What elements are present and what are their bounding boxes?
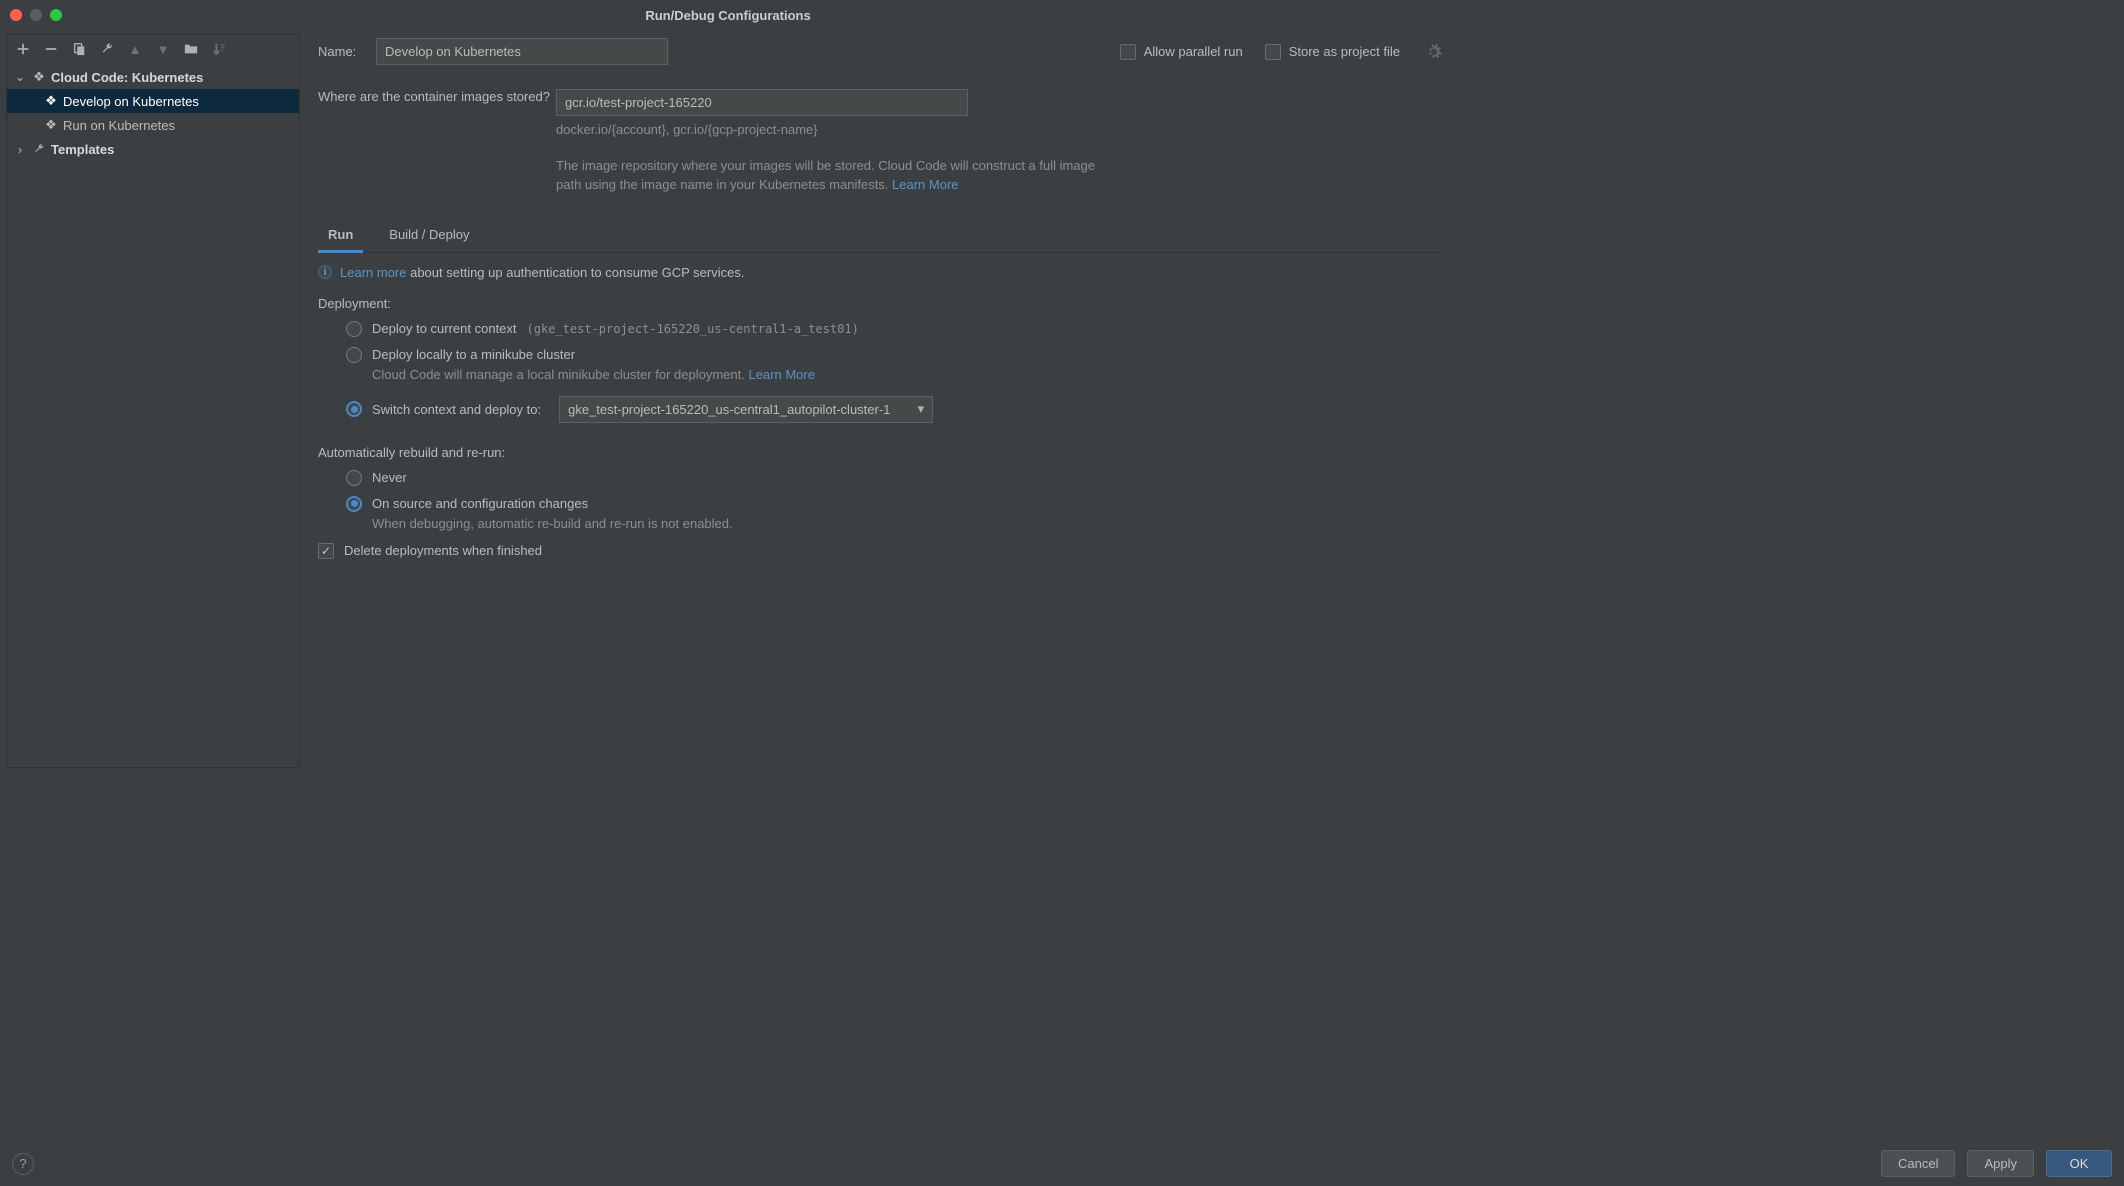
learn-more-auth-link[interactable]: Learn more [340,265,406,280]
name-label: Name: [318,44,376,59]
chevron-down-icon: ⌄ [13,69,27,85]
rebuild-heading: Automatically rebuild and re-run: [318,445,1442,460]
ok-button[interactable]: OK [2046,1150,2112,1177]
wrench-icon[interactable] [99,41,115,57]
gear-icon[interactable] [1426,44,1442,60]
config-tree: ⌄ ❖ Cloud Code: Kubernetes ❖ Develop on … [7,63,299,767]
window-controls [0,9,62,21]
image-help: The image repository where your images w… [556,157,1116,195]
tree-label: Templates [51,142,114,157]
tree-node-run[interactable]: ❖ Run on Kubernetes [7,113,299,137]
dialog-footer: ? Cancel Apply OK [0,1141,2124,1186]
learn-more-minikube-link[interactable]: Learn More [748,367,814,382]
maximize-window-button[interactable] [50,9,62,21]
delete-deployments-checkbox[interactable] [318,543,334,559]
radio-label: Never [372,470,407,485]
radio-label: Deploy locally to a minikube cluster [372,347,575,362]
tree-label: Cloud Code: Kubernetes [51,70,203,85]
checkbox-label: Allow parallel run [1144,44,1243,59]
move-up-icon[interactable]: ▲ [127,41,143,57]
image-registry-input[interactable] [556,89,968,116]
radio-deploy-switch[interactable] [346,401,362,417]
name-input[interactable] [376,38,668,65]
minikube-help: Cloud Code will manage a local minikube … [372,367,872,382]
deployment-heading: Deployment: [318,296,1442,311]
checkbox-label: Delete deployments when finished [344,543,542,558]
image-question-label: Where are the container images stored? [318,89,556,104]
folder-icon[interactable] [183,41,199,57]
auth-help-text: about setting up authentication to consu… [406,265,744,280]
close-window-button[interactable] [10,9,22,21]
wrench-icon [31,143,47,155]
config-form: Name: Allow parallel run Store as projec… [318,34,1450,768]
sidebar-toolbar: ▲ ▼ [7,35,299,63]
help-button[interactable]: ? [12,1153,34,1175]
radio-rebuild-never[interactable] [346,470,362,486]
tree-node-develop[interactable]: ❖ Develop on Kubernetes [7,89,299,113]
kubernetes-icon: ❖ [43,93,59,109]
copy-icon[interactable] [71,41,87,57]
cancel-button[interactable]: Cancel [1881,1150,1955,1177]
context-select[interactable]: gke_test-project-165220_us-central1_auto… [559,396,933,423]
sort-icon[interactable] [211,41,227,57]
chevron-down-icon: ▾ [918,401,925,417]
minimize-window-button[interactable] [30,9,42,21]
learn-more-link[interactable]: Learn More [892,177,958,192]
store-as-project-checkbox[interactable]: Store as project file [1265,44,1400,60]
window-title: Run/Debug Configurations [0,8,1456,23]
auth-info-row: i Learn more about setting up authentica… [318,265,1442,280]
radio-rebuild-on-change[interactable] [346,496,362,512]
kubernetes-icon: ❖ [31,69,47,85]
settings-tabs: Run Build / Deploy [318,219,1442,253]
radio-label: Switch context and deploy to: [372,402,541,417]
remove-icon[interactable] [43,41,59,57]
apply-button[interactable]: Apply [1967,1150,2034,1177]
image-hint: docker.io/{account}, gcr.io/{gcp-project… [556,122,1116,137]
radio-label: On source and configuration changes [372,496,588,511]
move-down-icon[interactable]: ▼ [155,41,171,57]
tree-label: Run on Kubernetes [63,118,175,133]
tree-label: Develop on Kubernetes [63,94,199,109]
radio-label: Deploy to current context [372,321,517,336]
radio-deploy-current[interactable] [346,321,362,337]
rebuild-help: When debugging, automatic re-build and r… [372,516,872,531]
info-icon: i [318,265,332,279]
tree-node-cloud-code[interactable]: ⌄ ❖ Cloud Code: Kubernetes [7,65,299,89]
checkbox-icon [1265,44,1281,60]
config-sidebar: ▲ ▼ ⌄ ❖ Cloud Code: Kubernetes ❖ Develop… [6,34,300,768]
allow-parallel-checkbox[interactable]: Allow parallel run [1120,44,1243,60]
tree-node-templates[interactable]: › Templates [7,137,299,161]
checkbox-icon [1120,44,1136,60]
add-icon[interactable] [15,41,31,57]
titlebar: Run/Debug Configurations [0,0,1456,30]
radio-deploy-minikube[interactable] [346,347,362,363]
checkbox-label: Store as project file [1289,44,1400,59]
kubernetes-icon: ❖ [43,117,59,133]
select-value: gke_test-project-165220_us-central1_auto… [568,402,890,417]
tab-build-deploy[interactable]: Build / Deploy [379,219,479,252]
tab-run[interactable]: Run [318,219,363,252]
chevron-right-icon: › [13,142,27,157]
current-context-detail: (gke_test-project-165220_us-central1-a_t… [527,322,859,336]
